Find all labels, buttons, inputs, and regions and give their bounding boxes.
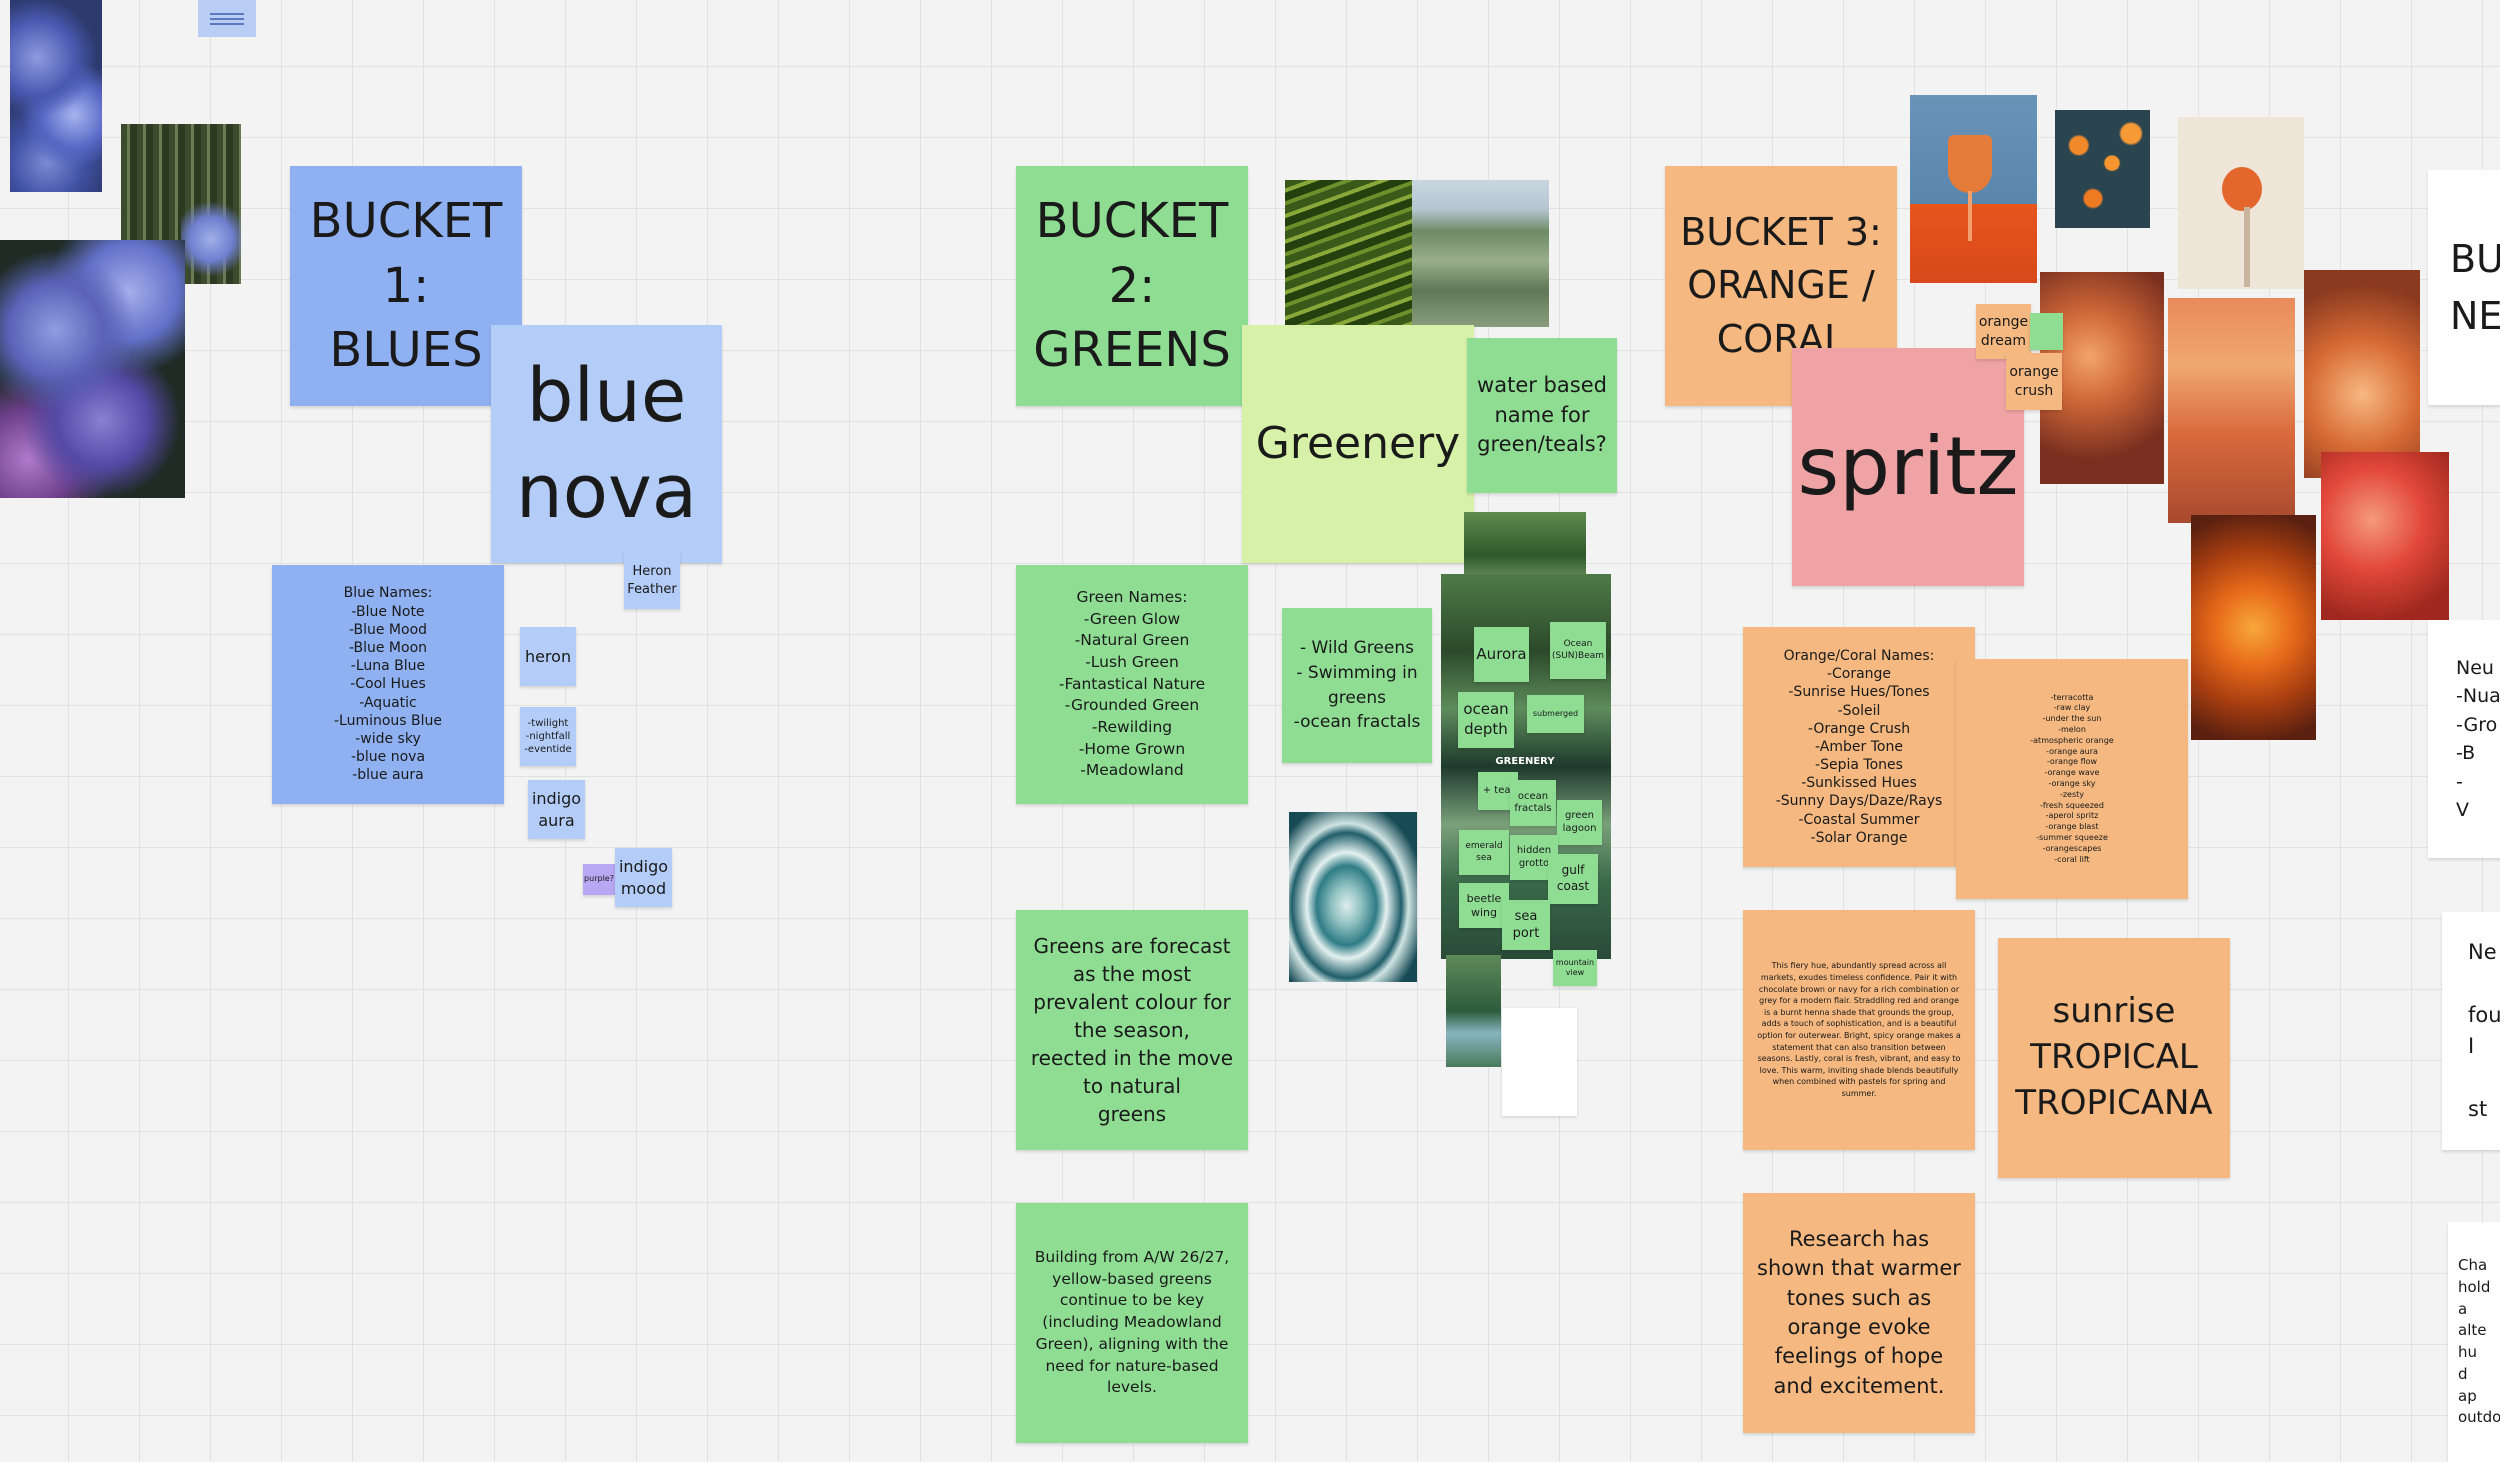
heron-note[interactable]: heron xyxy=(520,627,576,686)
water-based-note[interactable]: water based name for green/teals? xyxy=(1467,338,1617,493)
gulf-coast-note[interactable]: gulf coast xyxy=(1548,854,1598,904)
waterfall-photo[interactable] xyxy=(1446,955,1501,1067)
blue-nova-note[interactable]: blue nova xyxy=(491,325,722,563)
spritz-glass-photo[interactable] xyxy=(2321,452,2449,620)
orange-list-note[interactable]: -terracotta -raw clay -under the sun -me… xyxy=(1956,659,2188,899)
ocean-sunbeam-note[interactable]: Ocean (SUN)Beam xyxy=(1550,622,1606,679)
greenery-label: GREENERY xyxy=(1495,756,1555,767)
aurora-note[interactable]: Aurora xyxy=(1474,627,1529,682)
orange-crush-note[interactable]: orange crush xyxy=(2006,353,2062,410)
spritz-note[interactable]: spritz xyxy=(1792,348,2024,586)
orange-dream-note[interactable]: orange dream xyxy=(1976,304,2031,359)
purple-note[interactable]: purple? xyxy=(583,864,615,895)
ocean-depth-note[interactable]: ocean depth xyxy=(1458,692,1514,748)
twilight-note[interactable]: -twilight -nightfall -eventide xyxy=(520,707,576,766)
wild-greens-note[interactable]: - Wild Greens - Swimming in greens -ocea… xyxy=(1282,608,1432,763)
drinks-photo[interactable] xyxy=(2304,270,2420,478)
orange-flowers-photo[interactable] xyxy=(2055,110,2150,228)
moss-water-photo[interactable] xyxy=(1285,180,1413,327)
sunrise-tropical-note[interactable]: sunrise TROPICAL TROPICANA xyxy=(1998,938,2230,1178)
neutral-names-partial-note[interactable]: Neu -Nua -Gro -B - V xyxy=(2428,620,2500,858)
greenery-note[interactable]: Greenery xyxy=(1242,325,1474,563)
neutral-text-partial-note[interactable]: Ne four I st xyxy=(2442,912,2500,1150)
change-text-partial-note[interactable]: Cha hold a alte hu d ap outdo xyxy=(2448,1222,2500,1462)
indigo-aura-note[interactable]: indigo aura xyxy=(528,780,585,839)
blank-card[interactable] xyxy=(1502,1008,1577,1116)
orange-names-note[interactable]: Orange/Coral Names: -Corange -Sunrise Hu… xyxy=(1743,627,1975,867)
research-note[interactable]: Research has shown that warmer tones suc… xyxy=(1743,1193,1975,1433)
emerald-sea-note[interactable]: emerald sea xyxy=(1459,830,1509,875)
document-icon[interactable] xyxy=(198,0,256,37)
sunset-clouds-photo[interactable] xyxy=(2168,298,2295,523)
small-green-note[interactable] xyxy=(2030,313,2063,350)
green-hills-photo[interactable] xyxy=(1412,180,1549,327)
fiery-hue-note[interactable]: This fiery hue, abundantly spread across… xyxy=(1743,910,1975,1150)
sea-port-note[interactable]: sea port xyxy=(1502,900,1550,950)
submerged-note[interactable]: submerged xyxy=(1527,695,1584,733)
bucket-1-note[interactable]: BUCKET 1: BLUES xyxy=(290,166,522,406)
hydrangea-photo-1[interactable] xyxy=(10,0,102,192)
hydrangea-photo-2[interactable] xyxy=(0,240,185,498)
bucket-4-partial-note[interactable]: BU NE xyxy=(2428,170,2500,405)
green-lagoon-note[interactable]: green lagoon xyxy=(1557,800,1602,845)
mountain-view-note[interactable]: mountain view xyxy=(1553,950,1597,986)
aperol-glass-photo[interactable] xyxy=(1910,95,2037,283)
green-names-note[interactable]: Green Names: -Green Glow -Natural Green … xyxy=(1016,565,1248,804)
bucket-2-note[interactable]: BUCKET 2: GREENS xyxy=(1016,166,1248,406)
ocean-swirl-photo[interactable] xyxy=(1289,812,1417,982)
indigo-mood-note[interactable]: indigo mood xyxy=(615,848,672,907)
orange-bird-photo[interactable] xyxy=(2178,117,2304,289)
blue-names-note[interactable]: Blue Names: -Blue Note -Blue Mood -Blue … xyxy=(272,565,504,804)
ocean-fractals-note[interactable]: ocean fractals xyxy=(1510,780,1556,826)
heron-feather-note[interactable]: Heron Feather xyxy=(624,552,680,609)
orange-slice-photo[interactable] xyxy=(2191,515,2316,740)
greens-forecast-note[interactable]: Greens are forecast as the most prevalen… xyxy=(1016,910,1248,1150)
building-from-note[interactable]: Building from A/W 26/27, yellow-based gr… xyxy=(1016,1203,1248,1443)
